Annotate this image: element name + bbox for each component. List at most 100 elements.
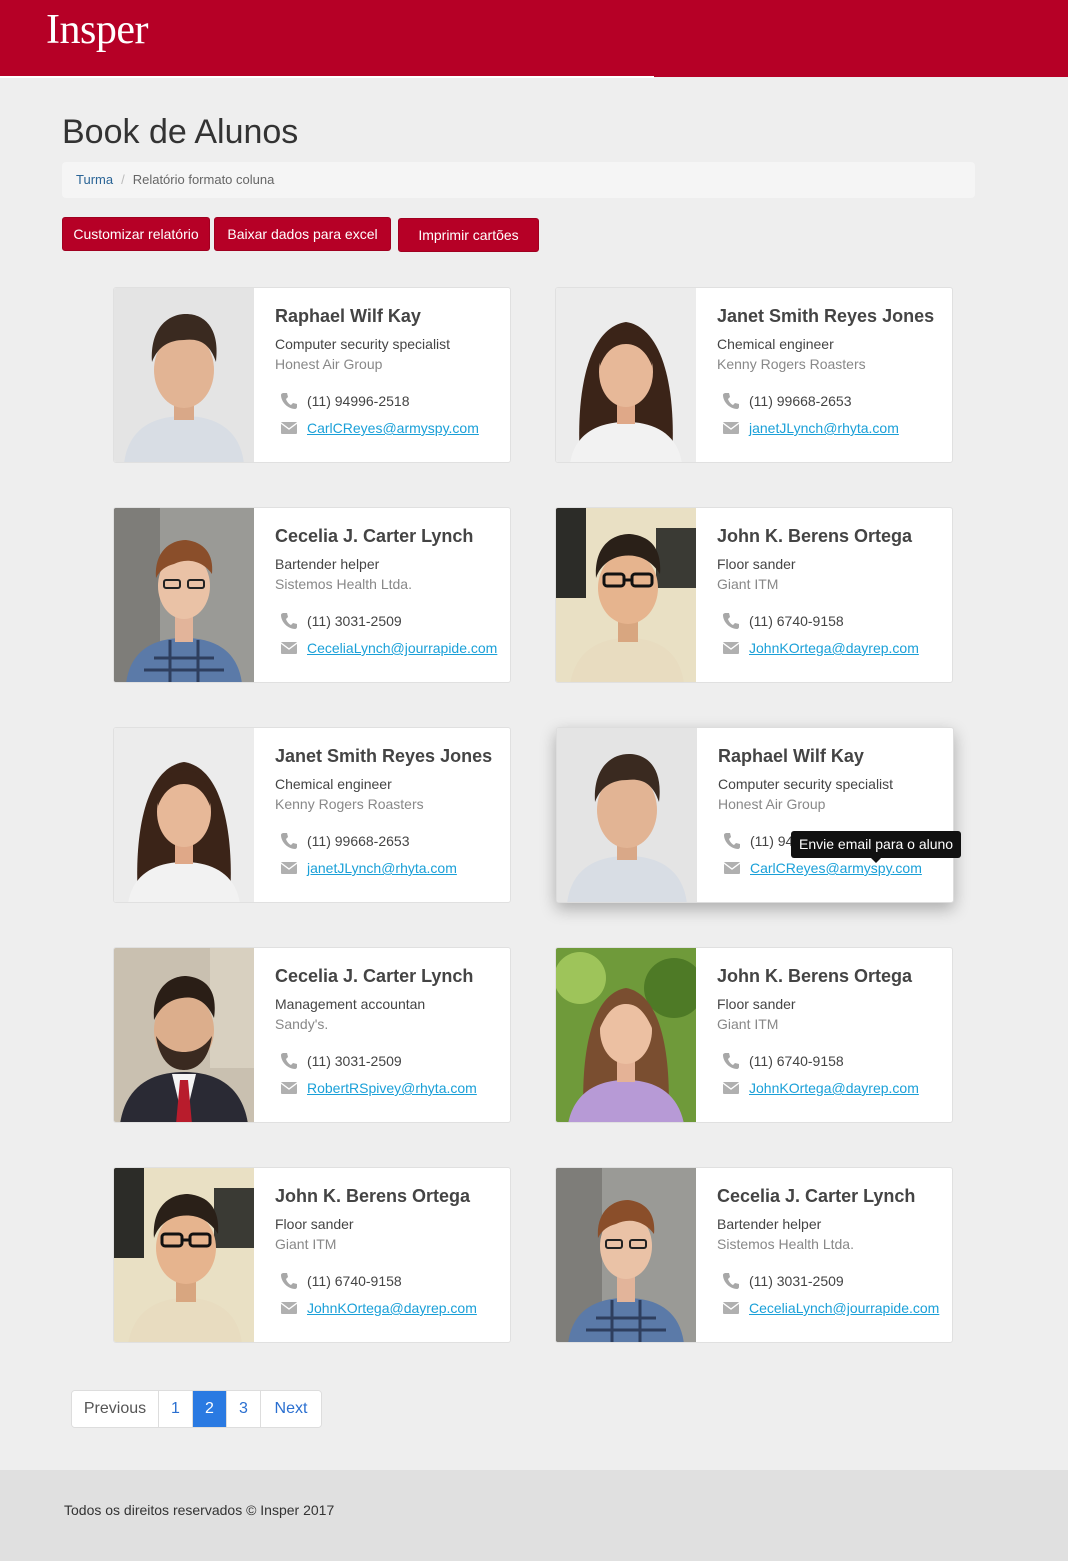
student-company: Sistemos Health Ltda.	[275, 576, 412, 592]
student-name: Janet Smith Reyes Jones	[717, 306, 935, 326]
student-name: Raphael Wilf Kay	[718, 746, 864, 766]
student-card[interactable]: Janet Smith Reyes Jones Chemical enginee…	[113, 727, 511, 903]
student-email-link[interactable]: CeceliaLynch@jourrapide.com	[749, 1300, 939, 1316]
phone-icon	[279, 832, 299, 850]
student-photo	[557, 728, 697, 903]
student-name: Raphael Wilf Kay	[275, 306, 421, 326]
student-email-link[interactable]: CarlCReyes@armyspy.com	[307, 420, 479, 436]
student-name: John K. Berens Ortega	[717, 526, 913, 546]
student-email-link[interactable]: CarlCReyes@armyspy.com	[750, 860, 922, 876]
student-phone: (11) 6740-9158	[749, 613, 844, 629]
phone-icon	[721, 612, 741, 630]
student-phone: (11) 6740-9158	[307, 1273, 402, 1289]
student-email-link[interactable]: JohnKOrtega@dayrep.com	[749, 640, 919, 656]
email-tooltip: Envie email para o aluno	[791, 831, 962, 863]
student-photo	[114, 948, 254, 1123]
pagination-page-3[interactable]: 3	[227, 1391, 261, 1427]
student-company: Kenny Rogers Roasters	[275, 796, 424, 812]
student-phone: (11) 99668-2653	[749, 393, 852, 409]
header-divider	[0, 76, 654, 78]
student-email-link[interactable]: JohnKOrtega@dayrep.com	[749, 1080, 919, 1096]
student-phone: (11) 99668-2653	[307, 833, 410, 849]
student-photo	[114, 728, 254, 903]
footer: Todos os direitos reservados © Insper 20…	[0, 1470, 1068, 1561]
envelope-icon	[279, 862, 299, 874]
envelope-icon	[721, 1082, 741, 1094]
phone-icon	[721, 392, 741, 410]
student-photo	[114, 508, 254, 683]
top-bar: Insper	[0, 0, 1068, 78]
student-name: Cecelia J. Carter Lynch	[717, 1186, 916, 1206]
student-job: Bartender helper	[275, 556, 380, 572]
student-name: Cecelia J. Carter Lynch	[275, 526, 474, 546]
student-card-hovered[interactable]: Raphael Wilf Kay Computer security speci…	[556, 727, 954, 903]
phone-icon	[722, 832, 742, 850]
customize-report-button[interactable]: Customizar relatório	[62, 217, 210, 251]
insper-logo[interactable]: Insper	[46, 6, 148, 54]
student-phone: (11) 3031-2509	[749, 1273, 844, 1289]
envelope-icon	[722, 862, 742, 874]
student-company: Honest Air Group	[275, 356, 383, 372]
pagination-page-1[interactable]: 1	[159, 1391, 193, 1427]
breadcrumb-turma-link[interactable]: Turma	[76, 172, 113, 187]
envelope-icon	[721, 422, 741, 434]
student-job: Floor sander	[275, 1216, 354, 1232]
student-phone: (11) 3031-2509	[307, 613, 402, 629]
export-excel-button[interactable]: Baixar dados para excel	[214, 217, 391, 251]
student-email-link[interactable]: janetJLynch@rhyta.com	[307, 860, 457, 876]
breadcrumb-separator: /	[121, 172, 125, 187]
student-card[interactable]: Cecelia J. Carter Lynch Bartender helper…	[555, 1167, 953, 1343]
phone-icon	[721, 1272, 741, 1290]
student-photo	[556, 508, 696, 683]
print-cards-button[interactable]: Imprimir cartões	[398, 218, 539, 252]
phone-icon	[279, 392, 299, 410]
envelope-icon	[279, 642, 299, 654]
envelope-icon	[279, 422, 299, 434]
student-phone: (11) 3031-2509	[307, 1053, 402, 1069]
student-company: Sistemos Health Ltda.	[717, 1236, 854, 1252]
student-name: Cecelia J. Carter Lynch	[275, 966, 474, 986]
student-job: Computer security specialist	[718, 776, 894, 792]
student-job: Chemical engineer	[275, 776, 392, 792]
student-card[interactable]: John K. Berens Ortega Floor sander Giant…	[555, 507, 953, 683]
envelope-icon	[279, 1302, 299, 1314]
student-card[interactable]: John K. Berens Ortega Floor sander Giant…	[113, 1167, 511, 1343]
phone-icon	[279, 1272, 299, 1290]
envelope-icon	[279, 1082, 299, 1094]
student-card[interactable]: Cecelia J. Carter Lynch Management accou…	[113, 947, 511, 1123]
student-name: John K. Berens Ortega	[275, 1186, 471, 1206]
pagination-page-2-current[interactable]: 2	[193, 1391, 227, 1427]
student-phone: (11) 94996-2518	[307, 393, 410, 409]
pagination-previous[interactable]: Previous	[72, 1391, 159, 1427]
student-photo	[114, 1168, 254, 1343]
student-photo	[556, 288, 696, 463]
pagination-next[interactable]: Next	[261, 1391, 321, 1427]
student-card[interactable]: Janet Smith Reyes Jones Chemical enginee…	[555, 287, 953, 463]
student-email-link[interactable]: JohnKOrtega@dayrep.com	[307, 1300, 477, 1316]
student-photo	[556, 1168, 696, 1343]
student-card[interactable]: John K. Berens Ortega Floor sander Giant…	[555, 947, 953, 1123]
pagination: Previous 1 2 3 Next	[71, 1390, 322, 1428]
student-photo	[556, 948, 696, 1123]
student-card[interactable]: Cecelia J. Carter Lynch Bartender helper…	[113, 507, 511, 683]
student-job: Computer security specialist	[275, 336, 451, 352]
page-title: Book de Alunos	[62, 113, 299, 151]
student-email-link[interactable]: RobertRSpivey@rhyta.com	[307, 1080, 477, 1096]
footer-copyright: Todos os direitos reservados © Insper 20…	[64, 1502, 335, 1518]
student-email-link[interactable]: CeceliaLynch@jourrapide.com	[307, 640, 497, 656]
student-company: Kenny Rogers Roasters	[717, 356, 866, 372]
student-name: John K. Berens Ortega	[717, 966, 913, 986]
student-phone: (11) 6740-9158	[749, 1053, 844, 1069]
student-job: Chemical engineer	[717, 336, 834, 352]
student-company: Sandy's.	[275, 1016, 329, 1032]
student-name: Janet Smith Reyes Jones	[275, 746, 493, 766]
envelope-icon	[721, 1302, 741, 1314]
student-company: Giant ITM	[717, 576, 779, 592]
student-email-link[interactable]: janetJLynch@rhyta.com	[749, 420, 899, 436]
phone-icon	[279, 612, 299, 630]
phone-icon	[279, 1052, 299, 1070]
student-company: Giant ITM	[717, 1016, 779, 1032]
student-job: Management accountan	[275, 996, 426, 1012]
student-card[interactable]: Raphael Wilf Kay Computer security speci…	[113, 287, 511, 463]
student-photo	[114, 288, 254, 463]
